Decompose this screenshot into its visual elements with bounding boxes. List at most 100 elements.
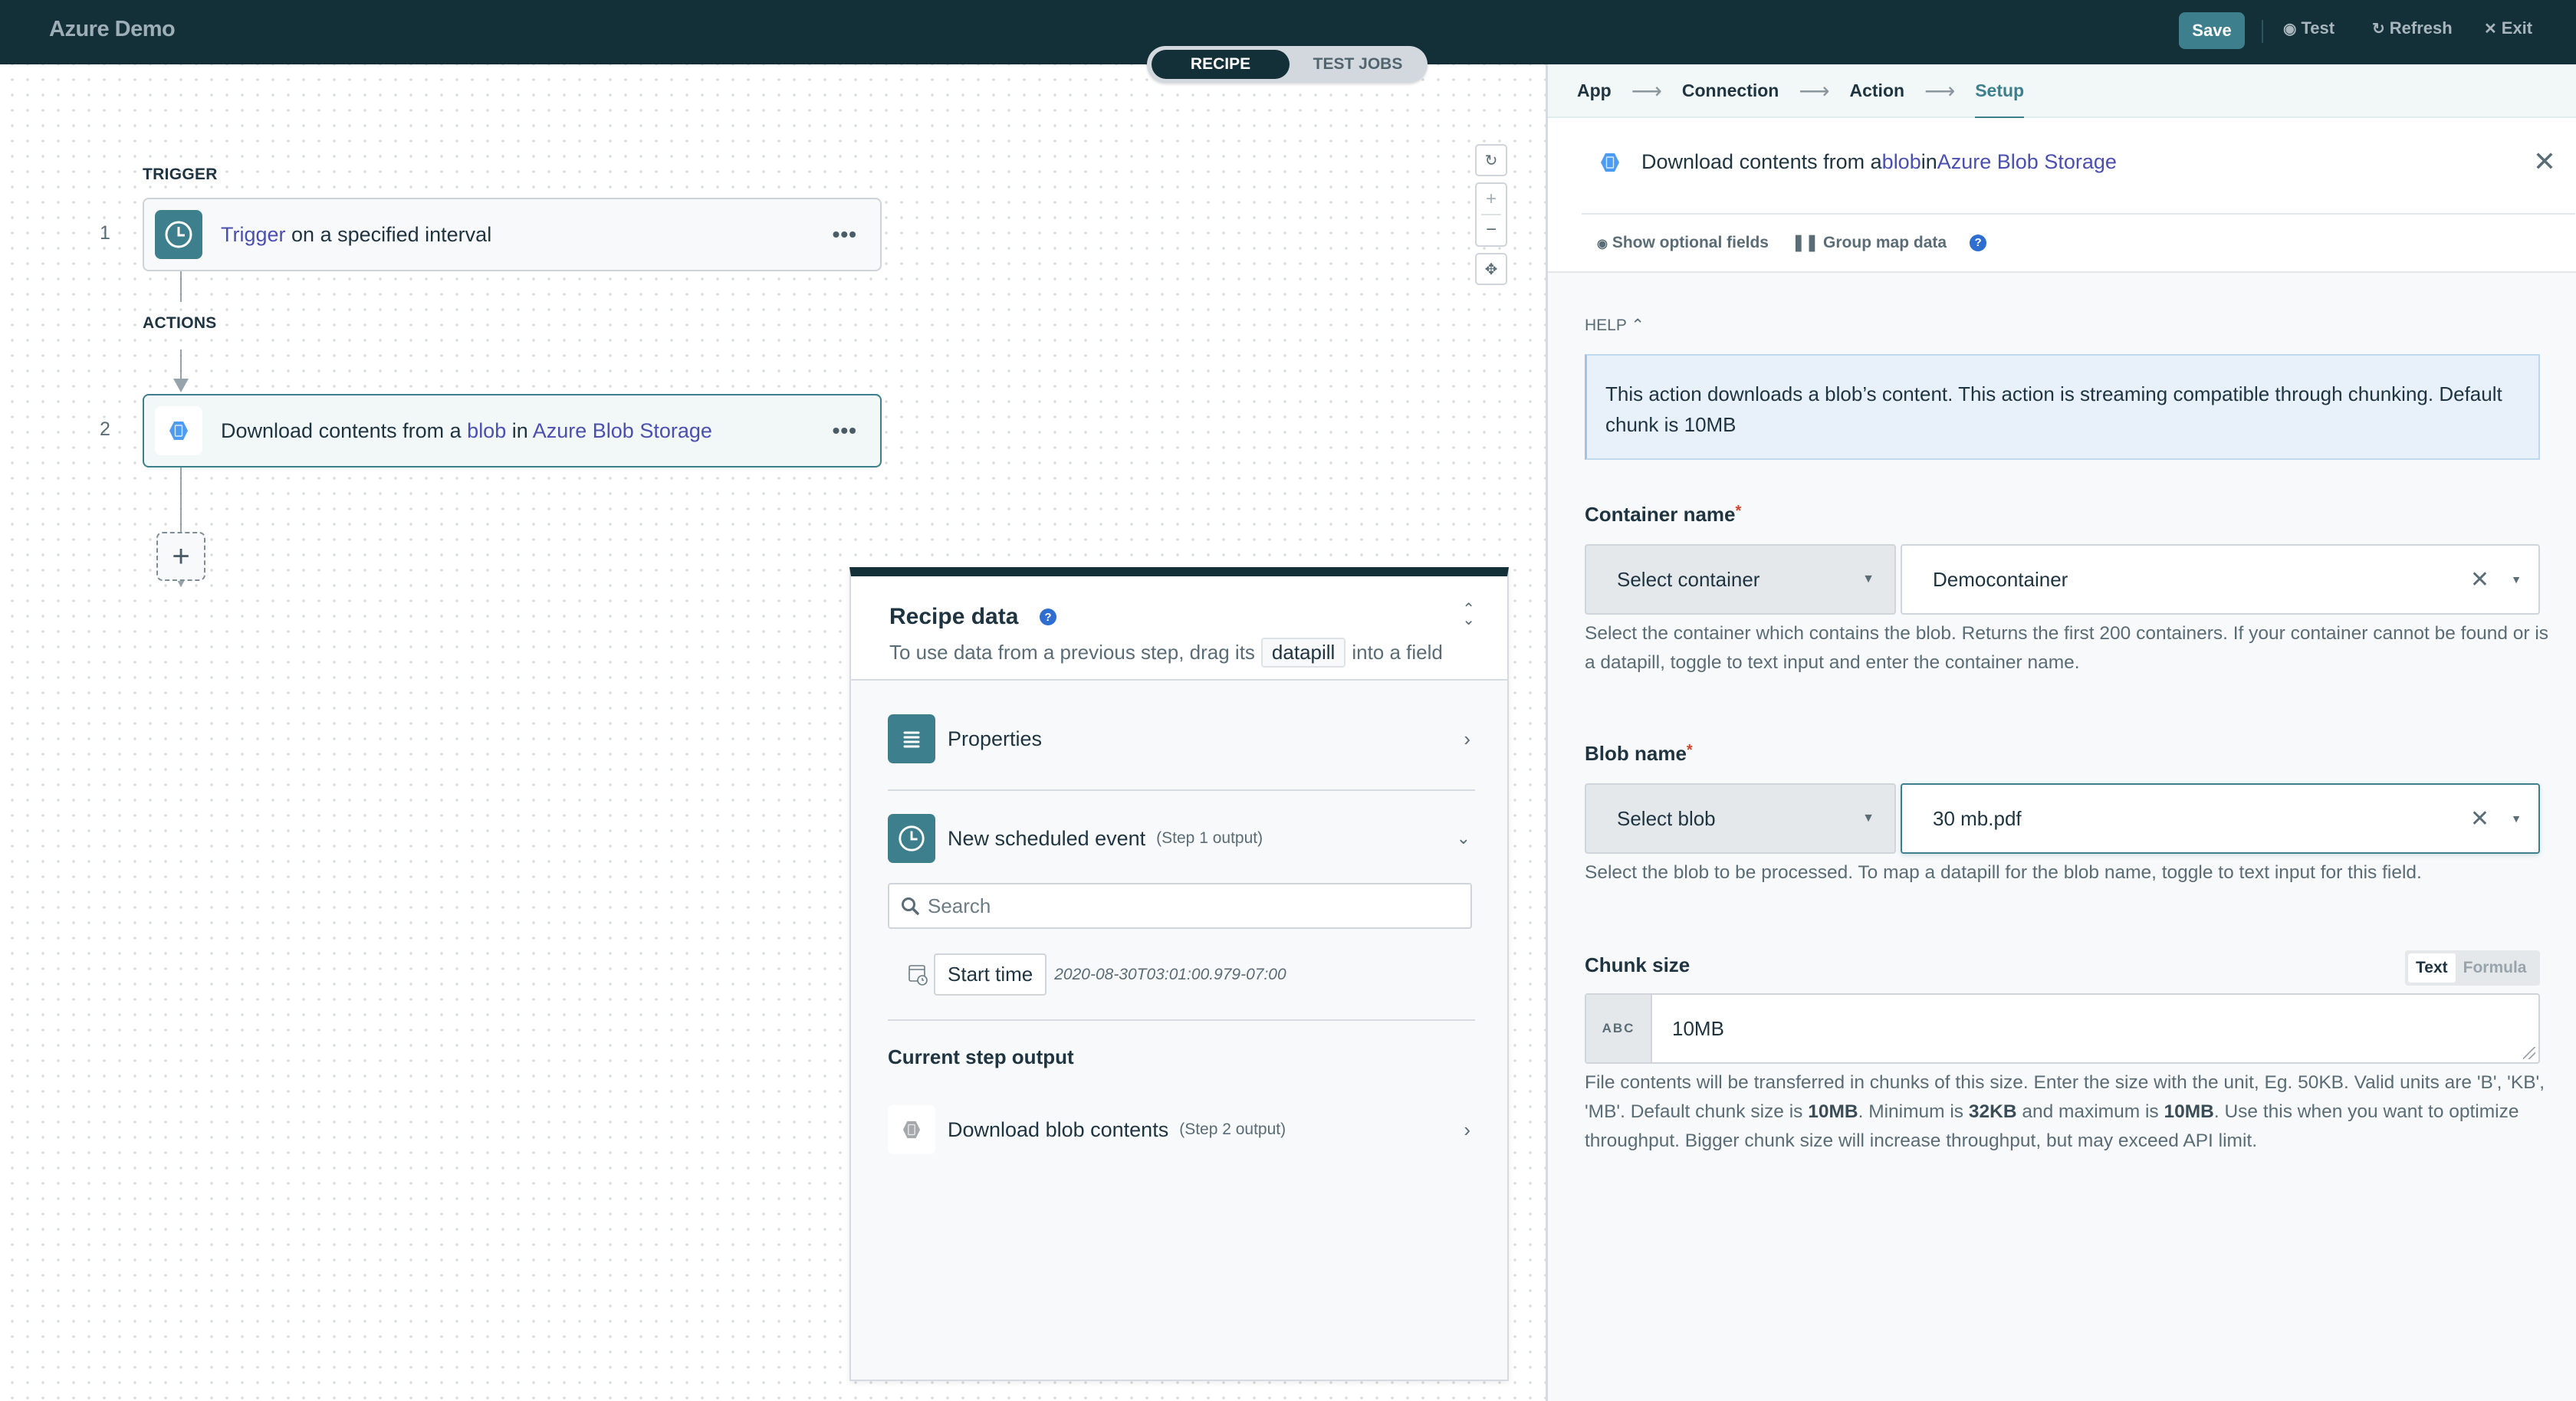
caret-down-icon[interactable]: ▼: [2511, 812, 2522, 825]
step-title: Download contents from a blob in Azure B…: [221, 418, 712, 442]
zoom-in-button[interactable]: +: [1486, 185, 1497, 214]
step-output-tag: (Step 2 output): [1179, 1120, 1286, 1138]
connector-line: [180, 349, 182, 380]
required-marker: *: [1735, 503, 1742, 520]
scheduled-event-row[interactable]: New scheduled event (Step 1 output) ⌄: [888, 814, 1470, 863]
help-icon[interactable]: ?: [1040, 609, 1056, 625]
step-output-tag: (Step 1 output): [1156, 829, 1263, 847]
trigger-link[interactable]: Trigger: [221, 223, 286, 246]
app-title: Azure Demo: [49, 17, 176, 41]
azure-blob-storage-link[interactable]: Azure Blob Storage: [1937, 150, 2117, 174]
show-optional-fields-button[interactable]: ◉ Show optional fields: [1597, 234, 1769, 252]
breadcrumb-action[interactable]: Action: [1850, 80, 1905, 101]
text-mode-button[interactable]: Text: [2408, 953, 2456, 983]
trigger-section-label: TRIGGER: [143, 166, 218, 183]
test-button[interactable]: ◉ Test: [2283, 18, 2334, 38]
breadcrumb-connection[interactable]: Connection: [1682, 80, 1779, 101]
tab-test-jobs[interactable]: TEST JOBS: [1293, 50, 1423, 79]
help-toggle[interactable]: HELP ⌃: [1585, 316, 1644, 335]
step-card-trigger[interactable]: Trigger on a specified interval •••: [143, 198, 882, 271]
container-name-select[interactable]: Democontainer ✕ ▼: [1901, 544, 2540, 615]
play-icon: ◉: [2283, 20, 2297, 38]
step-number: 2: [100, 418, 110, 440]
refresh-label: Refresh: [2389, 18, 2453, 38]
clock-icon: [155, 210, 202, 259]
container-name-label: Container name*: [1585, 503, 1742, 526]
container-hint: Select the container which contains the …: [1585, 623, 2549, 673]
text-type-badge: ABC: [1586, 995, 1652, 1062]
add-step-button[interactable]: +: [156, 532, 205, 581]
chunk-size-input[interactable]: ABC 10MB: [1585, 993, 2540, 1064]
exit-label: Exit: [2501, 18, 2533, 38]
breadcrumb-setup[interactable]: Setup: [1975, 80, 2024, 120]
clear-icon[interactable]: ✕: [2470, 566, 2489, 593]
chevron-down-icon: ⌄: [1456, 828, 1470, 848]
tab-recipe[interactable]: RECIPE: [1152, 50, 1290, 79]
step-card-download[interactable]: Download contents from a blob in Azure B…: [143, 394, 882, 468]
container-value: Democontainer: [1933, 567, 2068, 591]
properties-label: Properties: [948, 727, 1043, 750]
expand-collapse-icon[interactable]: ⌃ ⌄: [1462, 602, 1475, 628]
zoom-out-button[interactable]: −: [1486, 215, 1497, 244]
arrow-down-icon: [173, 379, 189, 392]
action-header: Download contents from a blob in Azure B…: [1548, 118, 2576, 273]
blob-link[interactable]: blob: [1882, 150, 1921, 174]
action-title: Download contents from a blob in Azure B…: [1600, 150, 2117, 174]
refresh-icon: ↻: [2372, 20, 2385, 38]
start-time-datapill[interactable]: Start time: [934, 953, 1047, 996]
caret-down-icon: ▼: [1862, 812, 1875, 825]
eye-icon: ◉: [1597, 237, 1608, 251]
formula-mode-button[interactable]: Formula: [2456, 953, 2535, 983]
move-arrows-icon: ✥: [1484, 261, 1498, 278]
chunk-size-value: 10MB: [1672, 1016, 1724, 1040]
blob-name-label: Blob name*: [1585, 742, 1693, 765]
reset-view-button[interactable]: ↻: [1475, 144, 1507, 176]
scheduled-event-label: New scheduled event: [948, 826, 1146, 850]
search-icon: [902, 897, 919, 915]
save-button[interactable]: Save: [2179, 12, 2245, 49]
chunk-size-label: Chunk size: [1585, 953, 1691, 976]
caret-down-icon[interactable]: ▼: [2511, 573, 2522, 586]
azure-blob-icon: [155, 406, 202, 455]
input-mode-toggle: Text Formula: [2405, 950, 2540, 986]
recipe-data-subtitle: To use data from a previous step, drag i…: [889, 638, 1443, 668]
refresh-button[interactable]: ↻ Refresh: [2372, 18, 2453, 38]
clear-icon[interactable]: ✕: [2470, 805, 2489, 832]
datapill-search-input[interactable]: Search: [888, 883, 1472, 929]
breadcrumb-app[interactable]: App: [1577, 80, 1612, 101]
properties-row[interactable]: Properties ›: [888, 714, 1470, 763]
help-icon[interactable]: ?: [1970, 234, 1987, 251]
download-blob-label: Download blob contents: [948, 1117, 1169, 1141]
recipe-data-panel: Recipe data ? To use data from a previou…: [849, 567, 1509, 1381]
zoom-controls: + −: [1475, 182, 1507, 247]
exit-button[interactable]: ✕ Exit: [2484, 18, 2532, 38]
blob-mode-select[interactable]: Select blob ▼: [1585, 783, 1896, 854]
container-mode-select[interactable]: Select container ▼: [1585, 544, 1896, 615]
mode-toggle: RECIPE TEST JOBS: [1147, 46, 1428, 83]
recipe-data-header: Recipe data ? To use data from a previou…: [851, 576, 1507, 681]
resize-handle[interactable]: [2523, 1047, 2535, 1059]
caret-down-icon: ▼: [1862, 573, 1875, 586]
divider: [888, 789, 1475, 791]
arrow-right-icon: ⟶: [1799, 78, 1830, 103]
start-time-row: Start time 2020-08-30T03:01:00.979-07:00: [908, 953, 1286, 996]
more-options-icon[interactable]: •••: [833, 418, 857, 443]
start-time-value: 2020-08-30T03:01:00.979-07:00: [1054, 965, 1286, 983]
datapill-example: datapill: [1260, 638, 1346, 668]
fit-view-button[interactable]: ✥: [1475, 253, 1507, 285]
more-options-icon[interactable]: •••: [833, 222, 857, 247]
step-title: Trigger on a specified interval: [221, 222, 492, 246]
close-panel-button[interactable]: ✕: [2533, 146, 2556, 178]
azure-blob-icon: [888, 1105, 935, 1154]
blob-name-select[interactable]: 30 mb.pdf ✕ ▼: [1901, 783, 2540, 854]
divider: [888, 1019, 1475, 1021]
azure-blob-storage-link[interactable]: Azure Blob Storage: [533, 419, 712, 442]
arrow-right-icon: ⟶: [1924, 78, 1956, 103]
chevron-up-icon: ⌃: [1631, 317, 1644, 334]
download-blob-row[interactable]: Download blob contents (Step 2 output) ›: [888, 1105, 1470, 1154]
list-icon: [888, 714, 935, 763]
blob-link[interactable]: blob: [467, 419, 506, 442]
group-map-data-button[interactable]: ❚❚ Group map data: [1792, 233, 1947, 252]
divider: [1582, 213, 2575, 215]
blob-hint: Select the blob to be processed. To map …: [1585, 862, 2422, 883]
